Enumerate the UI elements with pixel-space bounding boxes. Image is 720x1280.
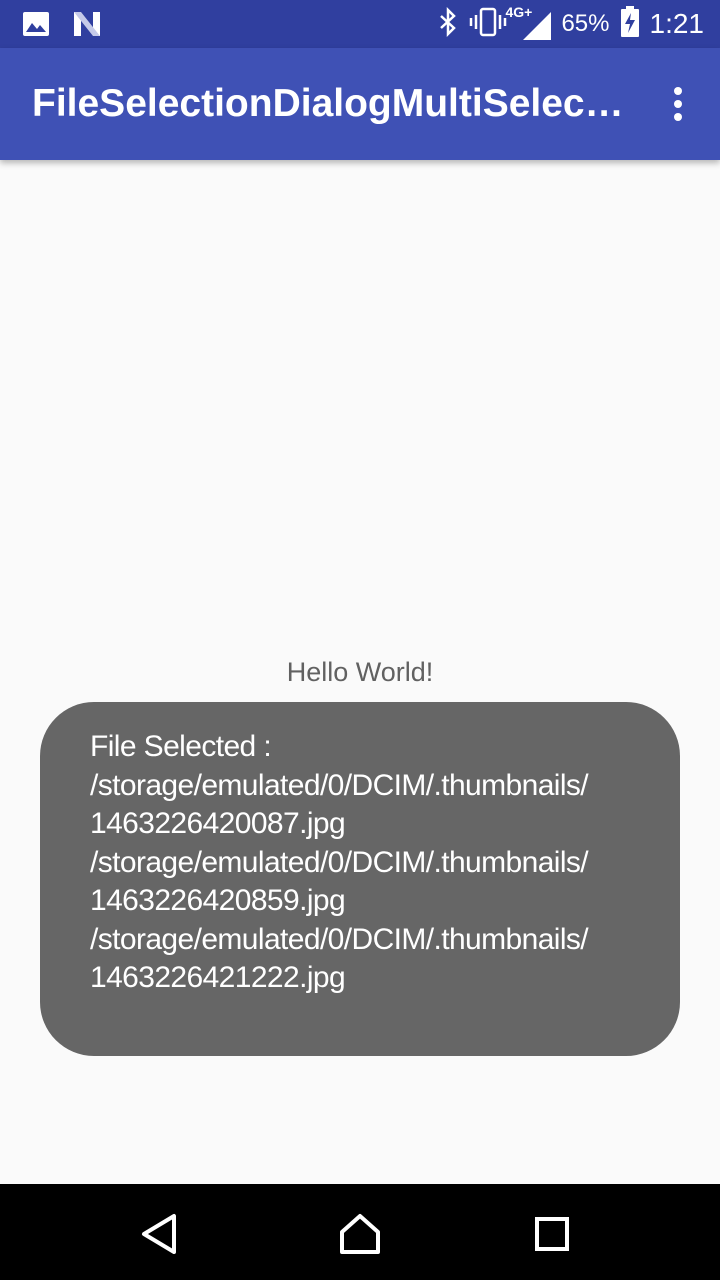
signal-icon bbox=[523, 12, 552, 40]
hello-world-text: Hello World! bbox=[286, 657, 434, 687]
app-title: FileSelectionDialogMultiSelectT… bbox=[32, 82, 632, 125]
toast-line: 1463226420087.jpg bbox=[90, 807, 346, 840]
bluetooth-icon bbox=[437, 6, 459, 42]
image-icon bbox=[22, 10, 50, 43]
toast-message: File Selected : /storage/emulated/0/DCIM… bbox=[40, 702, 680, 1056]
app-bar: FileSelectionDialogMultiSelectT… bbox=[0, 48, 720, 160]
toast-line: /storage/emulated/0/DCIM/.thumbnails/ bbox=[90, 768, 589, 802]
battery-charging-icon bbox=[620, 5, 640, 43]
signal-indicator: 4G+ bbox=[505, 4, 552, 42]
battery-percent: 65% bbox=[561, 10, 610, 37]
toast-line: /storage/emulated/0/DCIM/.thumbnails/ bbox=[90, 845, 589, 879]
back-icon[interactable] bbox=[138, 1212, 182, 1256]
vibrate-icon bbox=[469, 7, 507, 42]
toast-line: /storage/emulated/0/DCIM/.thumbnails/ bbox=[90, 922, 589, 956]
navigation-bar bbox=[0, 1184, 720, 1280]
home-icon[interactable] bbox=[338, 1212, 382, 1256]
clock: 1:21 bbox=[649, 8, 705, 39]
toast-line: File Selected : bbox=[90, 730, 272, 763]
overflow-menu-icon[interactable] bbox=[658, 80, 698, 128]
toast-line: 1463226421222.jpg bbox=[90, 961, 346, 994]
recents-icon[interactable] bbox=[530, 1212, 574, 1256]
toast-line: 1463226420859.jpg bbox=[90, 884, 346, 917]
n-icon bbox=[72, 10, 102, 43]
status-bar: 4G+ 65% 1:21 bbox=[0, 0, 720, 48]
